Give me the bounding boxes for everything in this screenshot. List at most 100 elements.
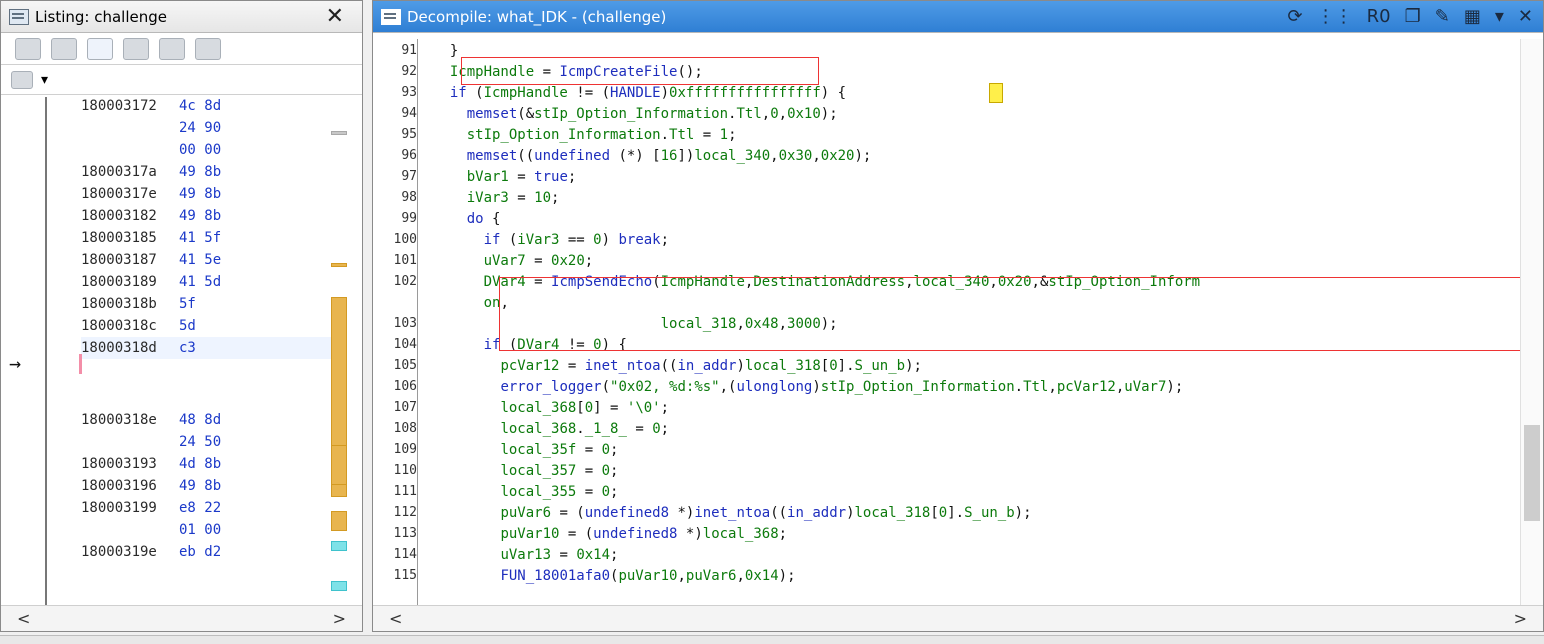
line-number: 107 [393, 400, 417, 415]
code-text: local_355 = 0; [500, 484, 619, 500]
listing-bytes: 49 8b [179, 208, 222, 224]
listing-row[interactable]: 18000319e eb d2 [81, 541, 221, 563]
listing-hscroll[interactable]: < > [1, 605, 362, 631]
listing-row[interactable]: 180003189 41 5d [81, 271, 221, 293]
copy-icon[interactable] [15, 37, 41, 60]
decompile-title: Decompile: what_IDK - (challenge) [407, 7, 667, 26]
code-text: local_35f = 0; [500, 442, 619, 458]
code-text: if (iVar3 == 0) break; [483, 232, 670, 248]
vscroll-thumb[interactable] [1524, 425, 1540, 521]
listing-row[interactable]: 180003185 41 5f [81, 227, 221, 249]
listing-row[interactable]: 18000318e 48 8d [81, 409, 221, 431]
line-number: 102 [393, 274, 417, 289]
diff-icon[interactable] [159, 37, 185, 60]
decompile-vscroll[interactable] [1520, 39, 1543, 605]
field-layout-icon[interactable] [11, 70, 33, 89]
code-text: do { [466, 211, 501, 227]
menu-icon[interactable]: ▾ [1495, 6, 1504, 27]
line-gutter [417, 39, 418, 609]
select-icon[interactable] [87, 37, 113, 60]
line-number: 93 [401, 85, 417, 100]
listing-address: 180003193 [81, 456, 157, 472]
listing-bytes: 4c 8d [179, 98, 222, 114]
line-number: 114 [393, 547, 417, 562]
current-address-arrow-icon: → [9, 351, 22, 375]
listing-bytes: 00 00 [179, 142, 222, 158]
line-number: 96 [401, 148, 417, 163]
graph-icon[interactable]: ⋮⋮ [1317, 6, 1353, 27]
listing-row[interactable]: 00 00 [81, 139, 221, 161]
code-text: pcVar12 = inet_ntoa((in_addr)local_318[0… [500, 358, 922, 374]
listing-bytes: 24 50 [179, 434, 222, 450]
listing-bytes: 4d 8b [179, 456, 222, 472]
line-number: 113 [393, 526, 417, 541]
listing-row[interactable]: 180003182 49 8b [81, 205, 221, 227]
code-text: FUN_18001afa0(puVar10,puVar6,0x14); [500, 568, 796, 584]
snapshot-icon[interactable]: ▦ [1464, 6, 1481, 27]
line-number: 110 [393, 463, 417, 478]
ro-icon[interactable]: R0 [1367, 6, 1391, 27]
scroll-right-icon[interactable]: > [1514, 609, 1527, 628]
listing-row[interactable]: 18000317a 49 8b [81, 161, 221, 183]
code-text: puVar6 = (undefined8 *)inet_ntoa((in_add… [500, 505, 1032, 521]
listing-row[interactable]: 18000317e 49 8b [81, 183, 221, 205]
line-number: 111 [393, 484, 417, 499]
listing-row[interactable]: 180003196 49 8b [81, 475, 221, 497]
line-number: 106 [393, 379, 417, 394]
code-text: puVar10 = (undefined8 *)local_368; [500, 526, 788, 542]
listing-address: 18000318b [81, 296, 157, 312]
listing-title: Listing: challenge [35, 7, 168, 26]
line-number: 108 [393, 421, 417, 436]
listing-bytes: 49 8b [179, 478, 222, 494]
listing-bytes: 5d [179, 318, 196, 334]
code-text: memset(&stIp_Option_Information.Ttl,0,0x… [466, 106, 838, 122]
dropdown-icon[interactable]: ▾ [41, 72, 48, 88]
snapshot-icon[interactable] [195, 37, 221, 60]
line-number: 109 [393, 442, 417, 457]
decompile-icon [381, 8, 401, 25]
listing-row[interactable]: 180003187 41 5e [81, 249, 221, 271]
listing-row[interactable]: 24 50 [81, 431, 221, 453]
listing-row[interactable]: 180003193 4d 8b [81, 453, 221, 475]
listing-row[interactable]: 18000318d c3 [81, 337, 331, 359]
listing-address: 18000318e [81, 412, 157, 428]
refresh-icon[interactable]: ⟳ [1288, 6, 1303, 27]
listing-titlebar[interactable]: Listing: challenge ✕ [1, 1, 362, 33]
listing-row[interactable]: 24 90 [81, 117, 221, 139]
listing-bytes: 41 5d [179, 274, 222, 290]
scroll-right-icon[interactable]: > [333, 609, 346, 628]
listing-bytes: 48 8d [179, 412, 222, 428]
listing-row[interactable]: 180003172 4c 8d [81, 95, 221, 117]
highlight-box-createfile [461, 57, 819, 85]
line-number: 112 [393, 505, 417, 520]
line-number: 97 [401, 169, 417, 184]
line-number: 94 [401, 106, 417, 121]
decompile-titlebar[interactable]: Decompile: what_IDK - (challenge) ⟳ ⋮⋮ R… [373, 1, 1543, 33]
listing-address: 18000318d [81, 340, 157, 356]
close-icon[interactable]: ✕ [1518, 6, 1533, 27]
listing-row[interactable]: 18000318c 5d [81, 315, 196, 337]
listing-bytes: 41 5f [179, 230, 222, 246]
listing-row[interactable]: 180003199 e8 22 [81, 497, 221, 519]
listing-address: 180003199 [81, 500, 157, 516]
copy-icon[interactable]: ❐ [1405, 6, 1421, 27]
code-text: uVar13 = 0x14; [500, 547, 619, 563]
code-text: local_357 = 0; [500, 463, 619, 479]
scroll-left-icon[interactable]: < [389, 609, 402, 628]
code-text: } [433, 43, 459, 59]
line-number: 99 [401, 211, 417, 226]
decompile-hscroll[interactable]: < > [373, 605, 1543, 631]
listing-row[interactable]: 01 00 [81, 519, 221, 541]
code-text: local_368._1_8_ = 0; [500, 421, 670, 437]
toggle-icon[interactable] [123, 37, 149, 60]
listing-bytes: 01 00 [179, 522, 222, 538]
edit-icon[interactable]: ✎ [1435, 6, 1450, 27]
paste-icon[interactable] [51, 37, 77, 60]
listing-row[interactable]: 18000318b 5f [81, 293, 196, 315]
listing-bytes: 24 90 [179, 120, 222, 136]
scroll-left-icon[interactable]: < [17, 609, 30, 628]
close-icon[interactable]: ✕ [326, 4, 344, 29]
listing-bytes: 41 5e [179, 252, 222, 268]
line-number: 101 [393, 253, 417, 268]
listing-address: 180003185 [81, 230, 157, 246]
